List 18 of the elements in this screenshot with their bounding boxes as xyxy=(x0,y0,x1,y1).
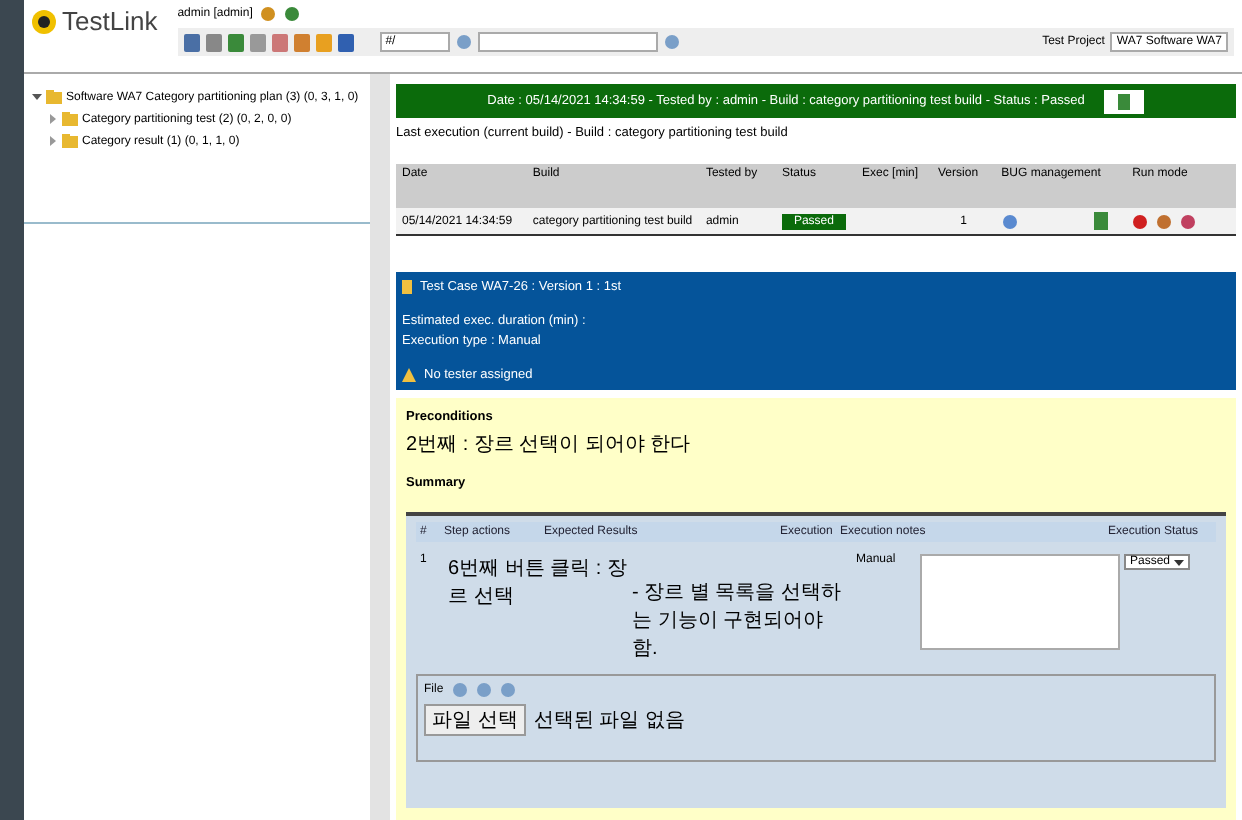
expand-icon[interactable] xyxy=(48,136,58,146)
scrollbar[interactable] xyxy=(370,74,390,820)
logo-text: TestLink xyxy=(62,6,158,36)
folder-icon xyxy=(62,112,78,126)
collapse-icon[interactable] xyxy=(32,92,42,102)
folder-icon xyxy=(62,134,78,148)
search-input[interactable] xyxy=(477,32,658,52)
logo-icon xyxy=(32,9,56,33)
choose-file-button[interactable]: 파일 선택 xyxy=(424,704,526,736)
expected-result: - 장르 별 목록을 선택하는 기능이 구현되어야 함. xyxy=(632,580,843,662)
folder-icon xyxy=(46,90,62,104)
expand-icon[interactable] xyxy=(48,114,58,124)
notes-field[interactable] xyxy=(920,554,1120,650)
preconditions-text: 2번째 : 장르 선택이 되어야 한다 xyxy=(406,432,693,458)
step-action: 6번째 버튼 클릭 : 장르 선택 xyxy=(448,556,628,610)
caret-icon xyxy=(1174,557,1185,567)
warning-icon xyxy=(402,368,416,382)
no-file-text: 선택된 파일 없음 xyxy=(533,708,685,734)
